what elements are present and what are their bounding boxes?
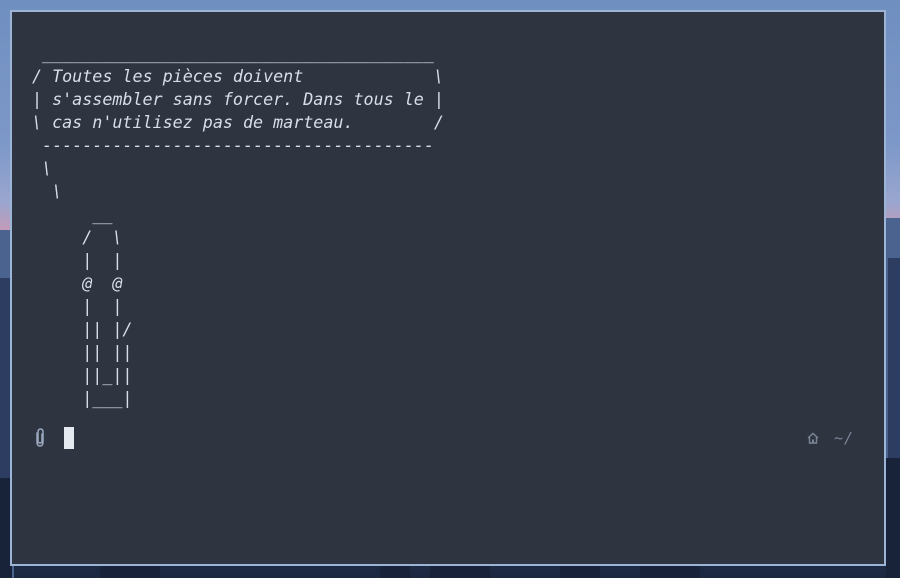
terminal-window[interactable]: _______________________________________ … [10, 10, 886, 566]
home-icon [806, 431, 820, 445]
current-directory: ~/ [833, 429, 854, 447]
paperclip-icon [32, 427, 48, 449]
right-prompt: ~/ [806, 427, 854, 449]
text-cursor[interactable] [64, 427, 74, 449]
terminal-output: _______________________________________ … [32, 43, 444, 408]
prompt-line[interactable] [32, 425, 74, 451]
